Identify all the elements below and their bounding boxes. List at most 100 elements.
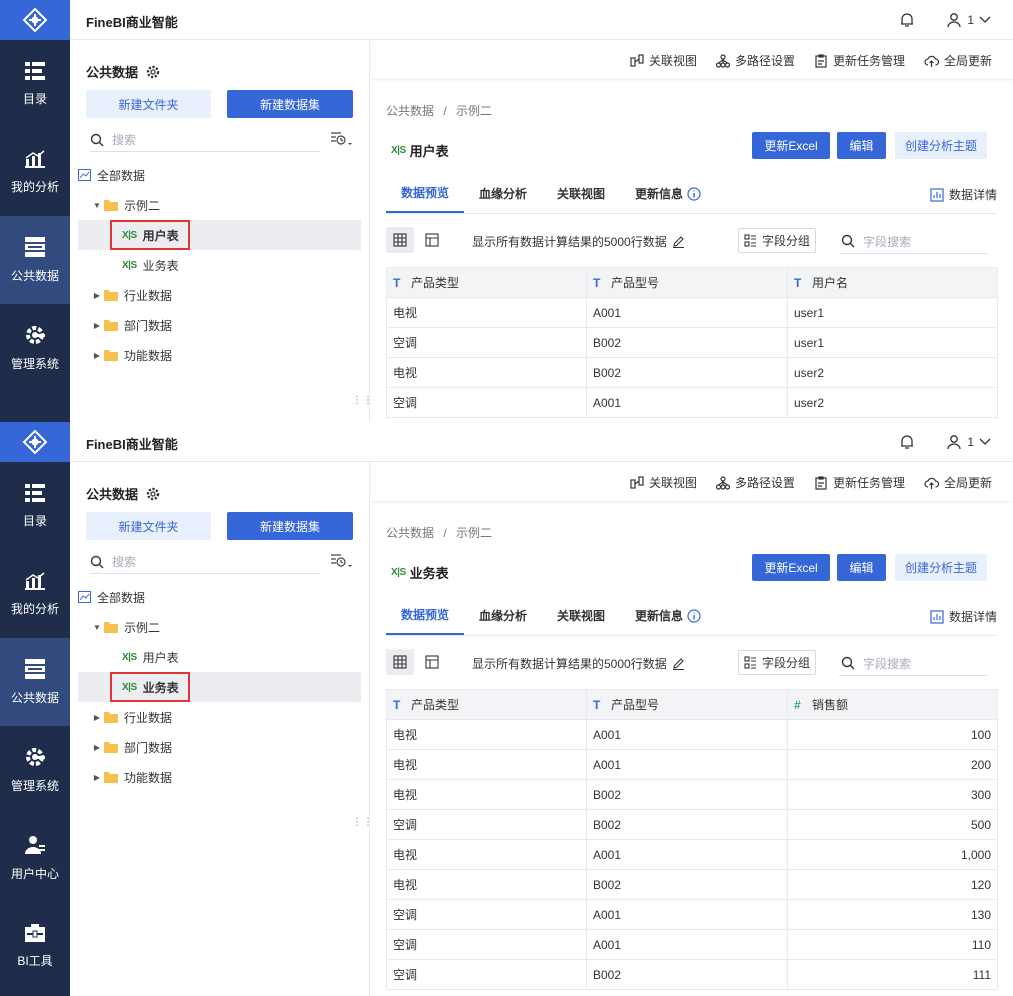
- linked-view-button[interactable]: 关联视图: [630, 474, 697, 491]
- tab-linked-view[interactable]: 关联视图: [550, 596, 612, 635]
- gear-icon[interactable]: [146, 487, 160, 501]
- field-search-input[interactable]: 字段搜索: [839, 229, 987, 254]
- tab-lineage[interactable]: 血缘分析: [472, 596, 534, 635]
- bell-icon[interactable]: [899, 12, 915, 28]
- table-row: 空调 A001 130: [386, 899, 998, 930]
- global-update-button[interactable]: 全局更新: [924, 474, 992, 491]
- nav-label: 管理系统: [10, 356, 59, 371]
- column-header[interactable]: T 产品类型: [386, 267, 587, 298]
- nav-item-admin[interactable]: 管理系统: [0, 726, 70, 814]
- field-search-input[interactable]: 字段搜索: [839, 651, 987, 676]
- caret-right-icon[interactable]: ▶: [90, 713, 104, 722]
- multi-path-button[interactable]: 多路径设置: [716, 52, 795, 69]
- nav-item-analysis[interactable]: 我的分析: [0, 550, 70, 638]
- edit-button[interactable]: 编辑: [837, 554, 886, 581]
- breadcrumb-root[interactable]: 公共数据: [386, 104, 434, 118]
- caret-right-icon[interactable]: ▶: [90, 321, 104, 330]
- table-cell: 500: [787, 809, 998, 840]
- table-view-toggle[interactable]: [386, 649, 414, 675]
- caret-right-icon[interactable]: ▶: [90, 351, 104, 360]
- tab-data-preview[interactable]: 数据预览: [386, 596, 464, 635]
- sort-time-icon[interactable]: [330, 130, 352, 148]
- table-view-toggle[interactable]: [386, 227, 414, 253]
- column-header[interactable]: T 产品型号: [586, 689, 788, 720]
- nav-item-public-data[interactable]: 公共数据: [0, 216, 70, 304]
- nav-item-admin[interactable]: 管理系统: [0, 304, 70, 392]
- tree-item-dept[interactable]: ▶ 部门数据: [78, 732, 361, 762]
- linked-view-button[interactable]: 关联视图: [630, 52, 697, 69]
- tree-item-industry[interactable]: ▶ 行业数据: [78, 280, 361, 310]
- caret-right-icon[interactable]: ▶: [90, 773, 104, 782]
- global-update-button[interactable]: 全局更新: [924, 52, 992, 69]
- data-detail-button[interactable]: 数据详情: [930, 186, 997, 203]
- tree-item-example[interactable]: ▼ 示例二: [78, 612, 361, 642]
- table-cell: 电视: [386, 869, 587, 900]
- column-header[interactable]: T 用户名: [787, 267, 998, 298]
- tree-item-dept[interactable]: ▶ 部门数据: [78, 310, 361, 340]
- table-cell: B002: [586, 809, 788, 840]
- new-folder-button[interactable]: 新建文件夹: [86, 90, 211, 118]
- update-task-button[interactable]: 更新任务管理: [814, 474, 905, 491]
- tree-label: 部门数据: [124, 318, 173, 333]
- logo[interactable]: [0, 0, 70, 40]
- nav-item-catalog[interactable]: 目录: [0, 462, 70, 550]
- table-cell: 110: [787, 929, 998, 960]
- field-group-button[interactable]: 字段分组: [738, 650, 816, 675]
- edit-button[interactable]: 编辑: [837, 132, 886, 159]
- column-header[interactable]: # 销售额: [787, 689, 998, 720]
- caret-down-icon[interactable]: ▼: [90, 623, 104, 632]
- update-task-button[interactable]: 更新任务管理: [814, 52, 905, 69]
- tree-item-industry[interactable]: ▶ 行业数据: [78, 702, 361, 732]
- tree-item-user-table[interactable]: X|S 用户表: [78, 220, 361, 250]
- breadcrumb-folder[interactable]: 示例二: [456, 526, 492, 540]
- tab-linked-view[interactable]: 关联视图: [550, 174, 612, 213]
- create-analysis-theme-button[interactable]: 创建分析主题: [895, 554, 987, 581]
- bell-icon[interactable]: [899, 434, 915, 450]
- pencil-icon[interactable]: [672, 657, 685, 670]
- tree-search-input[interactable]: 搜索: [90, 128, 320, 152]
- data-detail-button[interactable]: 数据详情: [930, 608, 997, 625]
- update-excel-button[interactable]: 更新Excel: [752, 132, 830, 159]
- breadcrumb-root[interactable]: 公共数据: [386, 526, 434, 540]
- update-excel-button[interactable]: 更新Excel: [752, 554, 830, 581]
- tree-item-func[interactable]: ▶ 功能数据: [78, 340, 361, 370]
- tree-item-biz-table[interactable]: X|S 业务表: [78, 672, 361, 702]
- column-header[interactable]: T 产品类型: [386, 689, 587, 720]
- nav-item-user-center[interactable]: 用户中心: [0, 814, 70, 902]
- tree-item-example[interactable]: ▼ 示例二: [78, 190, 361, 220]
- caret-down-icon[interactable]: ▼: [90, 201, 104, 210]
- new-dataset-button[interactable]: 新建数据集: [227, 90, 353, 118]
- nav-item-catalog[interactable]: 目录: [0, 40, 70, 128]
- tree-item-user-table[interactable]: X|S 用户表: [78, 642, 361, 672]
- new-dataset-button[interactable]: 新建数据集: [227, 512, 353, 540]
- create-analysis-theme-button[interactable]: 创建分析主题: [895, 132, 987, 159]
- logo[interactable]: [0, 422, 70, 462]
- field-group-button[interactable]: 字段分组: [738, 228, 816, 253]
- new-folder-button[interactable]: 新建文件夹: [86, 512, 211, 540]
- user-menu[interactable]: 1: [946, 434, 991, 450]
- nav-item-public-data[interactable]: 公共数据: [0, 638, 70, 726]
- folder-icon: [104, 289, 118, 301]
- tab-update-info[interactable]: 更新信息: [628, 174, 708, 213]
- tab-lineage[interactable]: 血缘分析: [472, 174, 534, 213]
- tree-search-input[interactable]: 搜索: [90, 550, 320, 574]
- user-menu[interactable]: 1: [946, 12, 991, 28]
- multi-path-button[interactable]: 多路径设置: [716, 474, 795, 491]
- tab-update-info[interactable]: 更新信息: [628, 596, 708, 635]
- tree-item-func[interactable]: ▶ 功能数据: [78, 762, 361, 792]
- layout-view-toggle[interactable]: [418, 649, 446, 675]
- caret-right-icon[interactable]: ▶: [90, 743, 104, 752]
- tree-item-all-data[interactable]: 全部数据: [78, 160, 361, 190]
- sort-time-icon[interactable]: [330, 552, 352, 570]
- nav-item-analysis[interactable]: 我的分析: [0, 128, 70, 216]
- tree-item-all-data[interactable]: 全部数据: [78, 582, 361, 612]
- column-header[interactable]: T 产品型号: [586, 267, 788, 298]
- tree-item-biz-table[interactable]: X|S 业务表: [78, 250, 361, 280]
- pencil-icon[interactable]: [672, 235, 685, 248]
- tab-data-preview[interactable]: 数据预览: [386, 174, 464, 213]
- nav-item-bi-tools[interactable]: BI工具: [0, 902, 70, 990]
- caret-right-icon[interactable]: ▶: [90, 291, 104, 300]
- breadcrumb-folder[interactable]: 示例二: [456, 104, 492, 118]
- gear-icon[interactable]: [146, 65, 160, 79]
- layout-view-toggle[interactable]: [418, 227, 446, 253]
